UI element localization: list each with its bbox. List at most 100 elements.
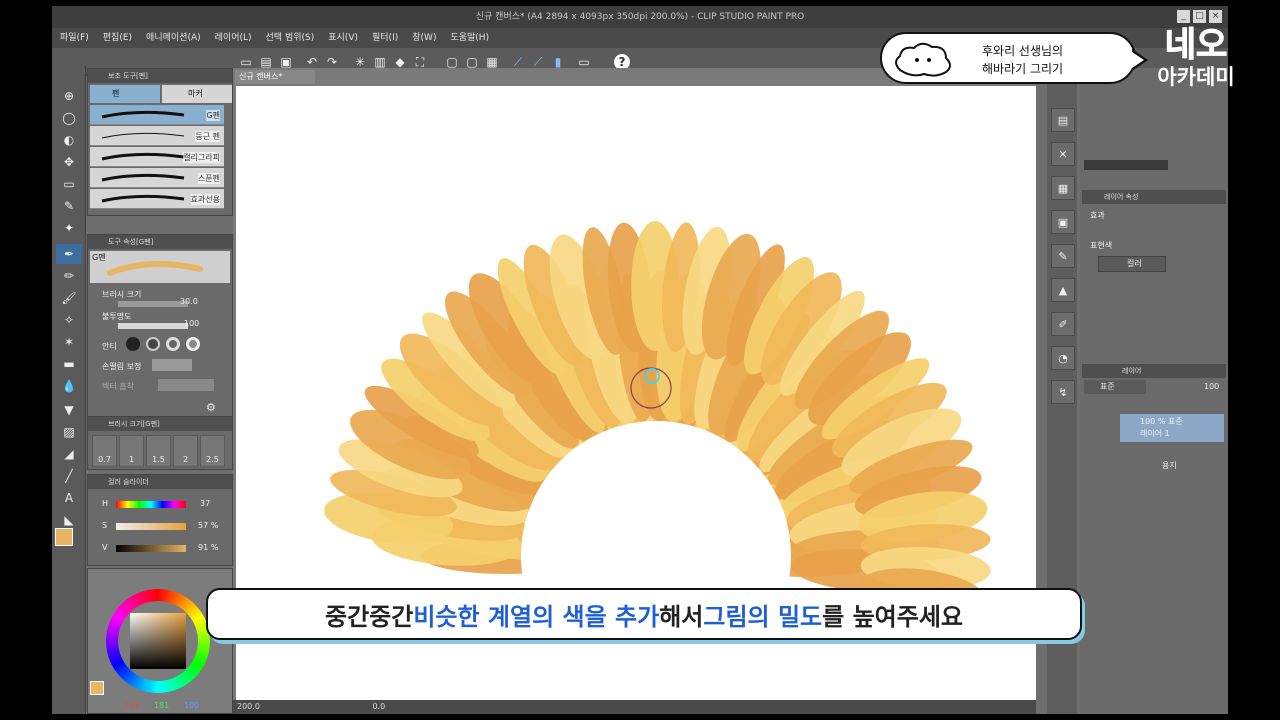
brush-size-option-label: 2 bbox=[182, 455, 189, 464]
hue-slider[interactable] bbox=[116, 501, 186, 508]
brush-item[interactable]: 스푼펜 bbox=[90, 168, 224, 188]
blend-tool-icon[interactable]: 💧 bbox=[56, 376, 82, 396]
color-square[interactable] bbox=[130, 613, 186, 669]
brush-preview: G펜 bbox=[90, 251, 230, 283]
tool-property-title: 도구 속성[G펜] bbox=[88, 235, 232, 249]
move-tool-icon[interactable]: ◯ bbox=[56, 108, 82, 128]
brush-stroke-icon bbox=[101, 173, 185, 182]
line-tool-icon[interactable]: ╱ bbox=[56, 466, 82, 486]
antialias-mid-icon[interactable] bbox=[166, 337, 180, 351]
subview-icon[interactable]: ▣ bbox=[1051, 210, 1075, 234]
brush-tool-icon[interactable]: 🖌 bbox=[56, 288, 82, 308]
brush-size-option[interactable]: 2 bbox=[173, 435, 198, 467]
tab-pen[interactable]: 펜 bbox=[90, 85, 160, 103]
brush-size-option[interactable]: 1 bbox=[119, 435, 144, 467]
vector-snap-options[interactable] bbox=[158, 379, 214, 391]
material-icon[interactable]: ▤ bbox=[1051, 108, 1075, 132]
menu-selection[interactable]: 선택 범위(S) bbox=[266, 28, 315, 48]
menu-edit[interactable]: 편집(E) bbox=[103, 28, 132, 48]
antialias-weak-icon[interactable] bbox=[146, 337, 160, 351]
subtool-panel: 보조 도구[펜] 펜 마커 G펜 둥근 펜 캘리그라피 스푼펜 효과선용 bbox=[87, 68, 233, 216]
brush-size-option[interactable]: 0.7 bbox=[92, 435, 117, 467]
layer-opacity-value[interactable]: 100 bbox=[1204, 382, 1219, 391]
tab-canvas[interactable]: 신규 캔버스* bbox=[235, 70, 315, 84]
gradient-tool-icon[interactable]: ▨ bbox=[56, 422, 82, 442]
pen-tool-icon[interactable]: ✒ bbox=[56, 244, 82, 264]
pencil-tool-icon[interactable]: ✏ bbox=[56, 266, 82, 286]
tab-pen-label: 펜 bbox=[112, 89, 120, 98]
saturation-slider[interactable] bbox=[116, 523, 186, 530]
navigator-slider[interactable] bbox=[1084, 160, 1168, 170]
airbrush-tool-icon[interactable]: ✧ bbox=[56, 310, 82, 330]
value-slider[interactable] bbox=[116, 545, 186, 552]
brush-size-option[interactable]: 1.5 bbox=[146, 435, 171, 467]
hue-value[interactable]: 37 bbox=[200, 499, 210, 508]
color-slider-title: 컬러 슬라이더 bbox=[88, 475, 232, 489]
main-color-swatch[interactable] bbox=[55, 528, 73, 546]
close-button[interactable]: × bbox=[1209, 10, 1222, 23]
eraser-tool-icon[interactable]: ▬ bbox=[56, 354, 82, 374]
opacity-value[interactable]: 100 bbox=[184, 319, 199, 328]
brush-size-panel: 브러시 크기[G펜] 0.7 1 1.5 2 2.5 bbox=[87, 416, 233, 470]
blend-mode-select[interactable]: 표준 bbox=[1084, 380, 1146, 394]
menu-file[interactable]: 파일(F) bbox=[60, 28, 89, 48]
antialias-strong-icon[interactable] bbox=[186, 337, 200, 351]
layer-1-mode: 100 % 표준 bbox=[1140, 417, 1183, 426]
brush-size-panel-title: 브러시 크기[G펜] bbox=[88, 417, 232, 431]
brush-size-value[interactable]: 30.0 bbox=[180, 297, 198, 306]
subtitle-caption: 중간중간 비슷한 계열의 색을 추가 해서 그림의 밀도 를 높여주세요 bbox=[206, 588, 1082, 640]
menu-animation[interactable]: 애니메이션(A) bbox=[146, 28, 201, 48]
antialias-none-icon[interactable] bbox=[126, 337, 140, 351]
info-icon[interactable]: ✎ bbox=[1051, 244, 1075, 268]
menu-view[interactable]: 표시(V) bbox=[328, 28, 358, 48]
balloon-tool-icon[interactable]: ◣ bbox=[56, 510, 82, 530]
figure-tool-icon[interactable]: ◢ bbox=[56, 444, 82, 464]
value-value[interactable]: 91 % bbox=[198, 543, 218, 552]
zoom-value[interactable]: 200.0 bbox=[237, 702, 260, 711]
menu-help[interactable]: 도움말(H) bbox=[450, 28, 489, 48]
hue-label: H bbox=[102, 499, 109, 508]
brand-line-1: 네오 bbox=[1164, 25, 1228, 65]
brush-item-label: 효과선용 bbox=[190, 194, 220, 205]
value-label: V bbox=[102, 543, 108, 552]
edit-icon[interactable]: ✐ bbox=[1051, 312, 1075, 336]
image-icon[interactable]: ▲ bbox=[1051, 278, 1075, 302]
brush-size-slider[interactable] bbox=[118, 301, 188, 307]
minimize-button[interactable]: _ bbox=[1177, 10, 1190, 23]
brush-item[interactable]: 캘리그라피 bbox=[90, 147, 224, 167]
navigator-icon[interactable]: ✕ bbox=[1051, 142, 1075, 166]
pattern-icon[interactable]: ▦ bbox=[1051, 176, 1075, 200]
current-color-chip[interactable] bbox=[90, 681, 104, 695]
eyedropper-tool-icon[interactable]: ◐ bbox=[56, 130, 82, 150]
layer-row-paper[interactable]: 용지 bbox=[1120, 446, 1224, 474]
color-wheel[interactable] bbox=[106, 589, 210, 693]
brush-size-option[interactable]: 2.5 bbox=[200, 435, 225, 467]
rotation-value[interactable]: 0.0 bbox=[372, 702, 385, 711]
operation-tool-icon[interactable]: ✥ bbox=[56, 152, 82, 172]
maximize-button[interactable]: □ bbox=[1193, 10, 1206, 23]
menu-filter[interactable]: 필터(I) bbox=[372, 28, 398, 48]
text-tool-icon[interactable]: A bbox=[56, 488, 82, 508]
decoration-tool-icon[interactable]: ✶ bbox=[56, 332, 82, 352]
speech-line-1: 후와리 선생님의 bbox=[982, 44, 1064, 58]
auto-action-icon[interactable]: ↯ bbox=[1051, 380, 1075, 404]
selection-tool-icon[interactable]: ▭ bbox=[56, 174, 82, 194]
title-bar: 신규 캔버스* (A4 2894 x 4093px 350dpi 200.0%)… bbox=[52, 6, 1228, 28]
stabilization-slider[interactable] bbox=[152, 359, 192, 371]
fill-tool-icon[interactable]: ▼ bbox=[56, 400, 82, 420]
brush-item[interactable]: G펜 bbox=[90, 105, 224, 125]
brush-item[interactable]: 효과선용 bbox=[90, 189, 224, 209]
layer-row-1[interactable]: 100 % 표준 레이어 1 bbox=[1120, 414, 1224, 442]
history-icon[interactable]: ◔ bbox=[1051, 346, 1075, 370]
brush-item[interactable]: 둥근 펜 bbox=[90, 126, 224, 146]
expression-color-select[interactable]: 컬러 bbox=[1098, 256, 1166, 272]
tool-settings-icon[interactable]: ⚙ bbox=[206, 401, 216, 414]
tab-marker[interactable]: 마커 bbox=[162, 85, 232, 103]
auto-select-tool-icon[interactable]: ✎ bbox=[56, 196, 82, 216]
menu-layer[interactable]: 레이어(L) bbox=[215, 28, 252, 48]
saturation-value[interactable]: 57 % bbox=[198, 521, 218, 530]
menu-window[interactable]: 창(W) bbox=[412, 28, 436, 48]
wand-tool-icon[interactable]: ✦ bbox=[56, 218, 82, 238]
opacity-slider[interactable] bbox=[118, 323, 188, 329]
zoom-tool-icon[interactable]: ⊕ bbox=[56, 86, 82, 106]
